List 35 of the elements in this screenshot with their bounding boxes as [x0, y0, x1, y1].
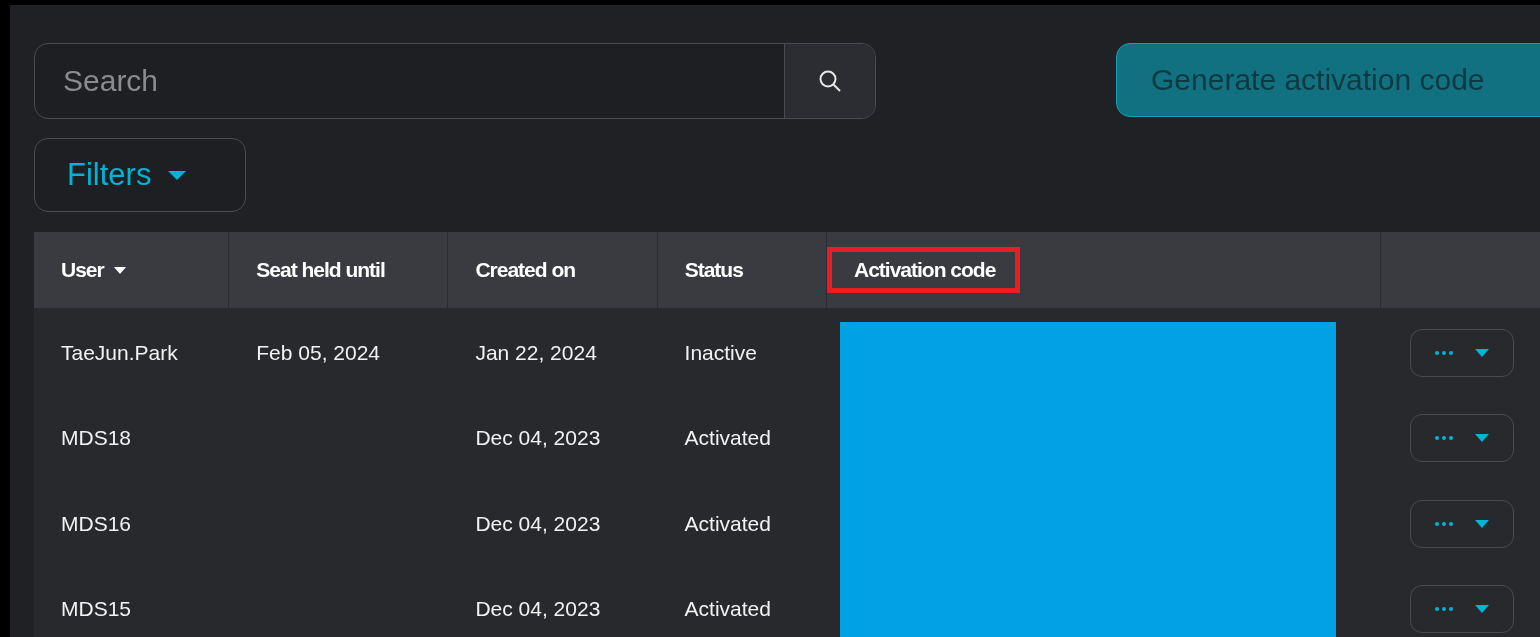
caret-icon	[1474, 605, 1489, 614]
column-header[interactable]: Activation code	[827, 247, 1021, 293]
search-icon	[818, 69, 842, 93]
actions-dropdown-button[interactable]	[1409, 414, 1514, 463]
caret-icon	[1474, 519, 1489, 528]
column-header[interactable]: User	[61, 258, 126, 282]
filters-button[interactable]: Filters	[34, 138, 246, 212]
column-header[interactable]: Seat held until	[256, 258, 385, 282]
table-cell: Dec 04, 2023	[475, 426, 601, 451]
table-cell: Dec 04, 2023	[475, 597, 601, 622]
table-cell: Feb 05, 2024	[256, 340, 380, 365]
table-cell: Dec 04, 2023	[475, 511, 601, 536]
table-cell: MDS18	[61, 426, 132, 451]
table-cell: Inactive	[684, 340, 757, 365]
caret-icon	[1474, 348, 1489, 357]
actions-dropdown-button[interactable]	[1409, 585, 1514, 634]
table-cell: TaeJun.Park	[61, 340, 178, 365]
caret-icon	[1474, 434, 1489, 443]
table-cell: Activated	[684, 426, 771, 451]
caret-icon	[167, 169, 188, 181]
search-button[interactable]	[784, 44, 875, 118]
more-icon	[1434, 607, 1453, 612]
sort-caret-icon	[113, 266, 126, 274]
table-cell: Activated	[684, 597, 771, 622]
actions-dropdown-button[interactable]	[1409, 499, 1514, 548]
more-icon	[1434, 436, 1453, 441]
table-cell: Jan 22, 2024	[475, 340, 597, 365]
more-icon	[1434, 350, 1453, 355]
table-cell: MDS15	[61, 597, 132, 622]
actions-dropdown-button[interactable]	[1409, 328, 1514, 377]
table-cell: Activated	[684, 511, 771, 536]
column-header[interactable]: Created on	[475, 258, 576, 282]
column-header[interactable]: Status	[684, 258, 743, 282]
more-icon	[1434, 521, 1453, 526]
table-cell: MDS16	[61, 511, 132, 536]
